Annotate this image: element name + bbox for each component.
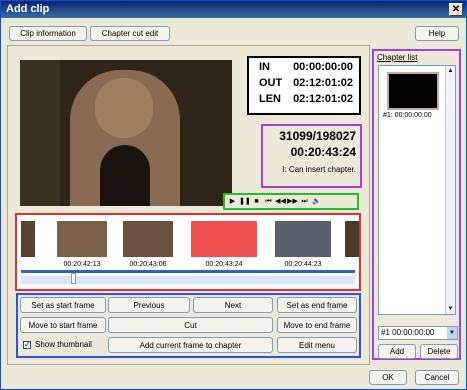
- thumbnail-image: [191, 221, 257, 257]
- cancel-button[interactable]: Cancel: [415, 370, 459, 385]
- in-label: IN: [259, 61, 270, 73]
- show-thumbnail-label: Show thumbnail: [35, 340, 92, 349]
- video-preview: [20, 60, 232, 206]
- rewind-icon[interactable]: ◀◀: [275, 196, 286, 207]
- frame-info-box: 31099/198027 00:20:43:24 I: Can insert c…: [261, 124, 362, 188]
- len-value: 02:12:01:02: [293, 93, 353, 105]
- thumbnail-image: [57, 221, 107, 257]
- move-start-frame-button[interactable]: Move to start frame: [20, 317, 106, 333]
- chapter-item-label: #1: 00:00:00:00: [383, 112, 432, 119]
- chapter-list[interactable]: #1: 00:00:00:00 ▲ ▼: [378, 65, 456, 315]
- current-time: 00:20:43:24: [290, 145, 356, 159]
- edit-menu-button[interactable]: Edit menu: [277, 337, 357, 353]
- out-value: 02:12:01:02: [293, 77, 353, 89]
- chapter-select[interactable]: #1 00:00:00:00 ▼: [378, 326, 458, 340]
- help-button[interactable]: Help: [415, 26, 459, 41]
- thumbnail-timecode: 00:20:43:06: [129, 261, 167, 268]
- fast-forward-icon[interactable]: ▶▶: [287, 196, 298, 207]
- chapter-list-scrollbar[interactable]: ▲ ▼: [445, 66, 455, 314]
- pause-icon[interactable]: ❚❚: [239, 196, 251, 207]
- in-value: 00:00:00:00: [293, 61, 353, 73]
- title-bar: Add clip ✕: [1, 1, 466, 18]
- thumbnail-timecode: 00:20:42:13: [63, 261, 101, 268]
- thumbnail-image: [123, 221, 173, 257]
- scroll-up-icon[interactable]: ▲: [446, 66, 455, 76]
- thumbnail-timecode: 00:20:43:24: [205, 261, 243, 268]
- in-out-len-box: IN 00:00:00:00 OUT 02:12:01:02 LEN 02:12…: [247, 56, 361, 115]
- next-button[interactable]: Next: [193, 297, 273, 313]
- thumbnail-timecode: 00:20:44:23: [284, 261, 322, 268]
- set-end-frame-button[interactable]: Set as end frame: [277, 297, 357, 313]
- timeline-slider-thumb[interactable]: [71, 273, 76, 284]
- out-label: OUT: [259, 77, 283, 89]
- chevron-down-icon[interactable]: ▼: [447, 327, 457, 339]
- delete-chapter-button[interactable]: Delete: [420, 344, 458, 359]
- add-clip-dialog: Add clip ✕ Clip information Chapter cut …: [0, 0, 467, 390]
- previous-button[interactable]: Previous: [108, 297, 190, 313]
- edit-button-grid: Set as start frame Previous Next Set as …: [16, 293, 361, 358]
- add-current-frame-button[interactable]: Add current frame to chapter: [108, 337, 273, 353]
- len-label: LEN: [259, 93, 281, 105]
- chapter-select-value: #1 00:00:00:00: [381, 328, 435, 337]
- child-figure: [100, 145, 150, 206]
- thumbnail-1[interactable]: 00:20:42:13: [57, 221, 107, 268]
- set-start-frame-button[interactable]: Set as start frame: [20, 297, 106, 313]
- move-end-frame-button[interactable]: Move to end frame: [277, 317, 357, 333]
- timeline-scrollbar[interactable]: [21, 273, 355, 284]
- chapter-panel: Chapter list #1: 00:00:00:00 ▲ ▼ #1 00:0…: [372, 49, 461, 360]
- ok-button[interactable]: OK: [369, 370, 407, 385]
- chapter-thumbnail[interactable]: [387, 72, 439, 110]
- status-text: I: Can insert chapter.: [282, 165, 356, 174]
- frame-counter: 31099/198027: [279, 129, 356, 143]
- close-button[interactable]: ✕: [449, 3, 463, 16]
- thumbnail-4[interactable]: 00:20:44:23: [275, 221, 331, 268]
- thumbnail-3-selected[interactable]: 00:20:43:24: [191, 221, 257, 268]
- thumbnail-2[interactable]: 00:20:43:06: [123, 221, 173, 268]
- thumbnail-timeline[interactable]: 00:20:42:13 00:20:43:06 00:20:43:24 00:2…: [15, 213, 361, 291]
- stop-icon[interactable]: ■: [251, 196, 262, 207]
- thumbnail-partial[interactable]: [21, 221, 35, 266]
- tab-chapter-cut-edit[interactable]: Chapter cut edit: [90, 26, 170, 41]
- tab-clip-information[interactable]: Clip information: [9, 26, 87, 41]
- thumbnail-image: [275, 221, 331, 257]
- playback-controls: ▶ ❚❚ ■ ⏮ ◀◀ ▶▶ ⏭ 🔈: [223, 193, 359, 210]
- face-shape: [95, 78, 153, 138]
- add-chapter-button[interactable]: Add: [378, 344, 416, 359]
- thumbnail-partial[interactable]: [345, 221, 359, 266]
- show-thumbnail-checkbox-row[interactable]: ✓ Show thumbnail: [23, 340, 92, 349]
- play-icon[interactable]: ▶: [227, 196, 238, 207]
- scroll-down-icon[interactable]: ▼: [446, 304, 455, 314]
- show-thumbnail-checkbox[interactable]: ✓: [23, 340, 31, 349]
- cut-button[interactable]: Cut: [108, 317, 273, 333]
- prev-chapter-icon[interactable]: ⏮: [263, 196, 274, 207]
- next-chapter-icon[interactable]: ⏭: [299, 196, 310, 207]
- volume-icon[interactable]: 🔈: [311, 196, 322, 207]
- chapter-list-header: Chapter list: [377, 53, 418, 62]
- window-title: Add clip: [6, 3, 50, 15]
